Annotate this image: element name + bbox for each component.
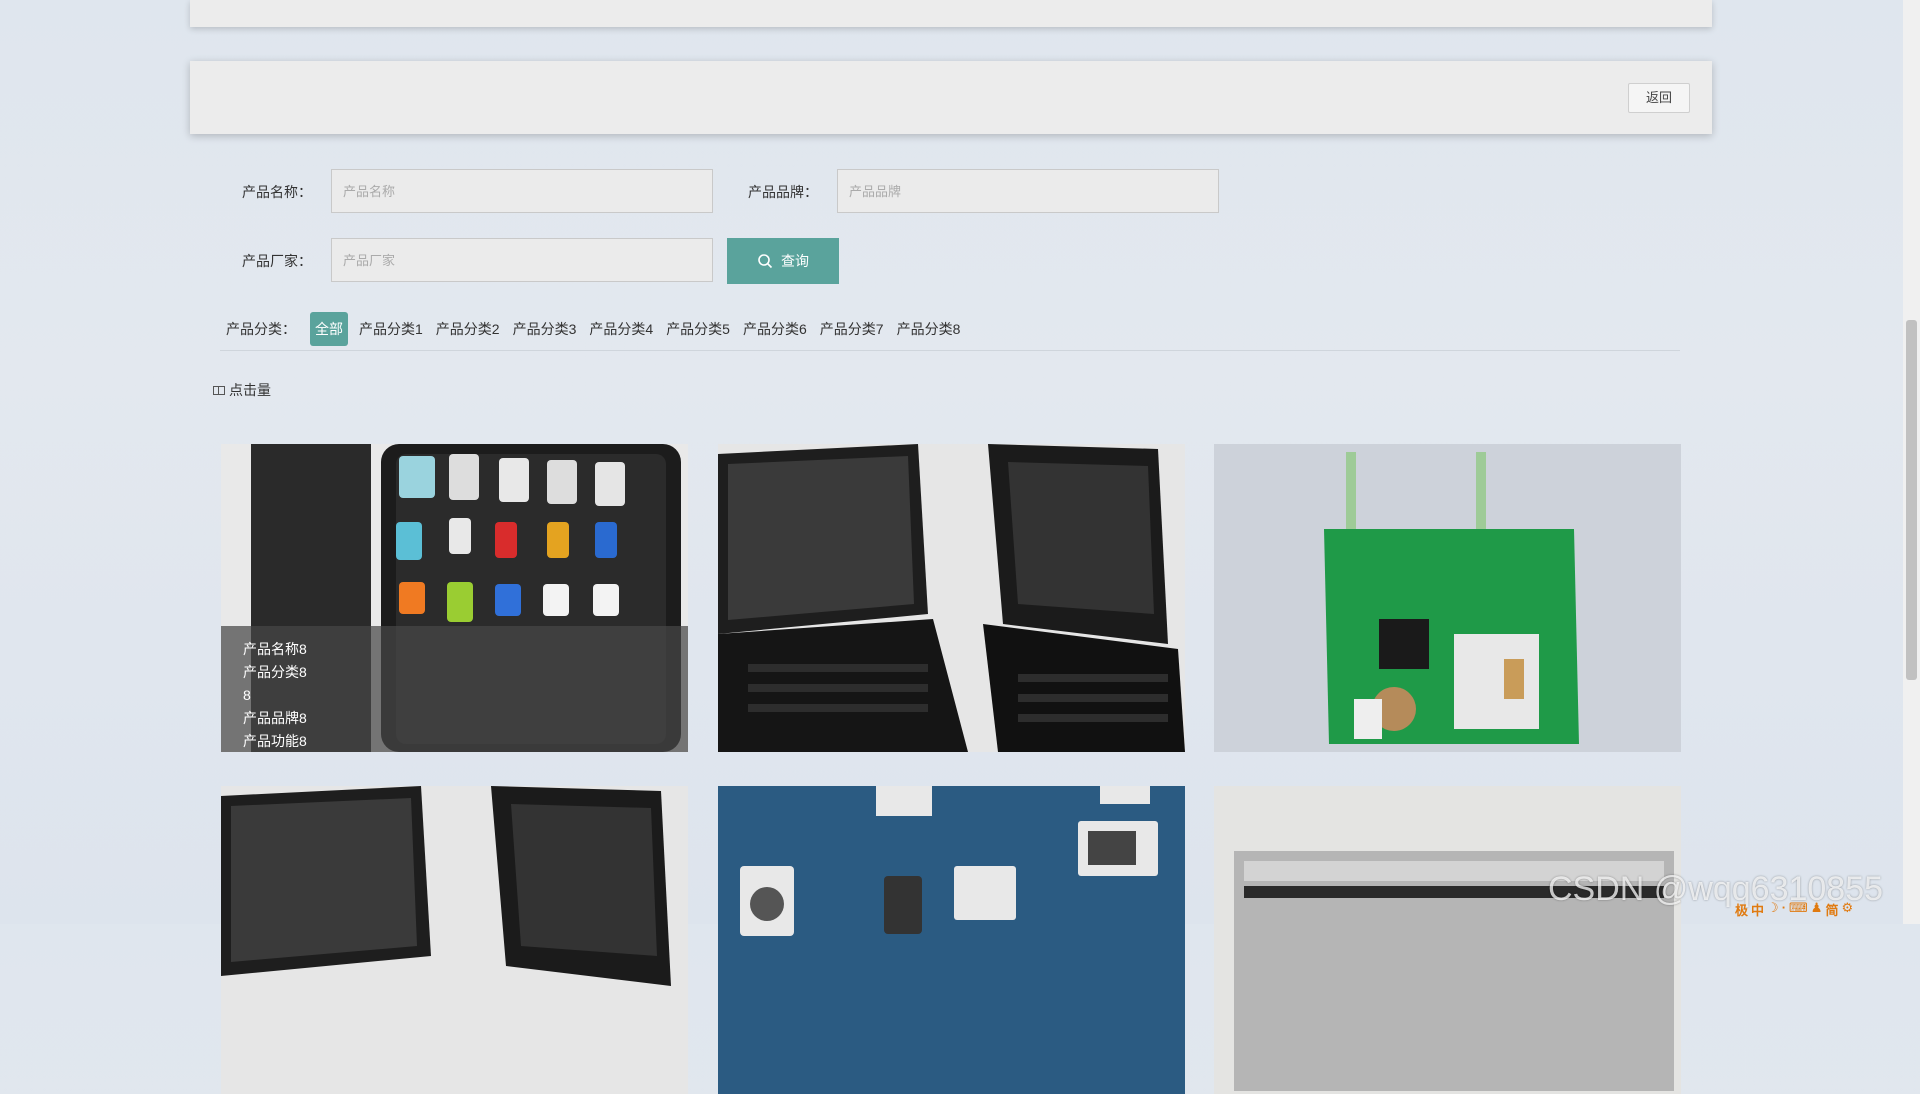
search-button[interactable]: 查询 [727,238,839,284]
product-card[interactable] [221,786,688,1094]
product-category: 产品分类8 [243,664,307,680]
ime-settings-icon[interactable]: ⚙ [1841,900,1853,922]
category-6[interactable]: 产品分类6 [741,312,809,346]
product-name-input[interactable] [331,169,713,213]
ime-simplified-toggle[interactable]: 简 [1825,900,1838,922]
ime-keyboard-icon[interactable]: ⌨ [1789,900,1808,922]
category-label: 产品分类： [226,321,296,337]
ime-chinese-toggle[interactable]: 中 [1751,900,1764,922]
product-brand-label: 产品品牌： [748,184,818,200]
category-1[interactable]: 产品分类1 [357,312,425,346]
category-all[interactable]: 全部 [310,312,348,346]
product-extra: 8 [243,687,251,703]
ime-toolbar[interactable]: 极 中 ☽ · ⌨ ♟ 简 ⚙ [1735,900,1853,922]
product-maker-input[interactable] [331,238,713,282]
ime-punct-icon[interactable]: · [1782,900,1786,922]
product-card[interactable] [718,444,1185,752]
top-panel [190,0,1712,27]
product-card[interactable]: 产品名称8 产品分类8 8 产品品牌8 产品功能8 [221,444,688,752]
product-name: 产品名称8 [243,641,307,657]
sort-by-clicks[interactable]: 点击量 [213,380,271,400]
product-card[interactable] [718,786,1185,1094]
ime-logo-icon[interactable]: 极 [1735,900,1748,922]
product-name-label: 产品名称： [242,184,312,200]
sort-label: 点击量 [229,382,271,398]
product-image [221,786,688,1094]
product-card[interactable] [1214,786,1681,1094]
product-brand-input[interactable] [837,169,1219,213]
category-8[interactable]: 产品分类8 [895,312,963,346]
sort-icon [213,385,225,395]
product-card[interactable] [1214,444,1681,752]
header-panel: 返回 [190,61,1712,134]
divider [220,350,1680,351]
category-3[interactable]: 产品分类3 [511,312,579,346]
product-function: 产品功能8 [243,733,307,749]
product-image [718,786,1185,1094]
category-4[interactable]: 产品分类4 [587,312,655,346]
category-7[interactable]: 产品分类7 [818,312,886,346]
scrollbar[interactable] [1903,0,1920,924]
product-image [718,444,1185,752]
product-maker-label: 产品厂家： [242,253,312,269]
ime-moon-icon[interactable]: ☽ [1767,900,1779,922]
scrollbar-thumb[interactable] [1906,320,1917,680]
back-button[interactable]: 返回 [1628,83,1690,113]
product-brand: 产品品牌8 [243,710,307,726]
ime-skin-icon[interactable]: ♟ [1811,900,1823,922]
category-5[interactable]: 产品分类5 [664,312,732,346]
product-info-overlay: 产品名称8 产品分类8 8 产品品牌8 产品功能8 [221,626,688,752]
category-filter: 产品分类： 全部 产品分类1 产品分类2 产品分类3 产品分类4 产品分类5 产… [226,312,971,346]
search-button-label: 查询 [781,253,809,269]
product-image [1214,444,1681,752]
category-2[interactable]: 产品分类2 [434,312,502,346]
product-image [1214,786,1681,1094]
search-icon [758,254,773,269]
